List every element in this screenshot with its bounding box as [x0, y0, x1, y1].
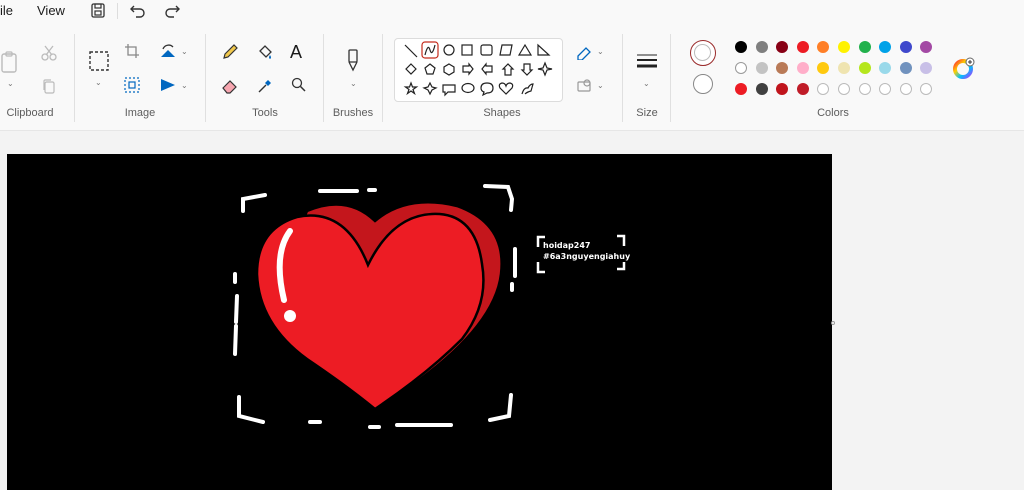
drawing-canvas[interactable]: hoidap247 #6a3nguyengiahuy [7, 154, 832, 490]
group-label-colors: Colors [817, 107, 849, 119]
shape-fill-icon[interactable] [576, 78, 594, 99]
color-swatch[interactable] [796, 41, 809, 53]
pencil-icon[interactable] [221, 43, 239, 66]
shape-fill-chevron-icon[interactable]: ⌄ [597, 81, 604, 90]
color1-swatch [694, 44, 711, 61]
color-swatch[interactable] [920, 41, 933, 53]
watermark-line-2: #6a3nguyengiahuy [543, 252, 631, 261]
color-swatch[interactable] [755, 41, 768, 53]
menu-bar: ile View [0, 0, 1024, 26]
crop-icon[interactable] [124, 43, 140, 64]
color-swatch[interactable] [899, 62, 912, 74]
resize-icon[interactable] [124, 77, 140, 98]
ribbon-separator [382, 34, 383, 122]
color-swatch[interactable] [735, 83, 747, 95]
empty-color-swatch[interactable] [817, 83, 830, 95]
color-swatch[interactable] [776, 83, 789, 95]
canvas-resize-handle[interactable] [831, 321, 835, 325]
cut-icon[interactable] [40, 44, 58, 67]
color-swatch[interactable] [879, 62, 892, 74]
save-icon[interactable] [88, 2, 108, 20]
group-label-brushes: Brushes [332, 107, 374, 119]
color-swatch[interactable] [817, 41, 830, 53]
color-swatch[interactable] [796, 62, 809, 74]
text-icon[interactable]: A [290, 42, 302, 63]
line-shape-icon [404, 44, 418, 58]
color-swatch[interactable] [858, 41, 871, 53]
color2-selector[interactable] [693, 74, 713, 94]
color-swatch[interactable] [899, 41, 912, 53]
watermark-line-1: hoidap247 [543, 241, 591, 250]
empty-color-swatch[interactable] [858, 83, 871, 95]
undo-icon[interactable] [128, 2, 148, 20]
ribbon-separator [205, 34, 206, 122]
heart-shine-dot [284, 310, 296, 322]
color-swatch[interactable] [838, 41, 850, 53]
group-label-image: Image [124, 107, 156, 119]
outline-chevron-icon[interactable]: ⌄ [597, 47, 604, 56]
ribbon-separator [74, 34, 75, 122]
color-swatch[interactable] [755, 83, 768, 95]
magnifier-icon[interactable] [291, 77, 307, 98]
file-menu[interactable]: ile [0, 3, 13, 18]
workspace: hoidap247 #6a3nguyengiahuy [0, 131, 1024, 490]
empty-color-swatch[interactable] [879, 83, 892, 95]
ribbon-toolbar: ⌄ Clipboard ⌄ ⌄ ⌄ Image A Tools ⌄ Brushe… [0, 26, 1024, 131]
shapes-gallery [394, 38, 563, 102]
color-swatch[interactable] [920, 62, 933, 74]
flip-chevron-icon[interactable]: ⌄ [181, 81, 188, 90]
color-swatch[interactable] [755, 62, 768, 74]
empty-color-swatch[interactable] [899, 83, 912, 95]
fill-icon[interactable] [256, 43, 274, 66]
flip-icon[interactable] [159, 77, 177, 98]
color-swatch[interactable] [817, 62, 830, 74]
color-swatch[interactable] [879, 41, 892, 53]
group-label-size: Size [636, 107, 658, 119]
size-chevron-icon[interactable]: ⌄ [643, 79, 650, 88]
select-chevron-icon[interactable]: ⌄ [95, 78, 102, 87]
color-picker-icon[interactable] [256, 77, 274, 100]
color1-selector[interactable] [690, 40, 716, 66]
rotate-chevron-icon[interactable]: ⌄ [181, 47, 188, 56]
edit-colors-icon[interactable] [953, 57, 975, 84]
brush-icon[interactable] [344, 48, 362, 79]
outline-icon[interactable] [576, 44, 594, 65]
watermark-text: hoidap247 #6a3nguyengiahuy [543, 240, 630, 262]
empty-color-swatch[interactable] [920, 83, 933, 95]
ribbon-separator [670, 34, 671, 122]
group-label-tools: Tools [252, 107, 278, 119]
color-swatch[interactable] [735, 62, 747, 74]
view-menu[interactable]: View [37, 3, 65, 18]
size-icon[interactable] [636, 53, 658, 74]
ribbon-separator [622, 34, 623, 122]
copy-icon[interactable] [41, 78, 57, 99]
color-swatch[interactable] [735, 41, 747, 53]
redo-icon[interactable] [162, 2, 182, 20]
color-swatch[interactable] [776, 41, 789, 53]
rotate-icon[interactable] [159, 43, 177, 64]
color-swatch[interactable] [796, 83, 809, 95]
paste-button[interactable] [0, 50, 20, 81]
eraser-icon[interactable] [221, 77, 239, 100]
menu-divider [117, 3, 118, 19]
group-label-clipboard: Clipboard [6, 107, 54, 119]
select-icon[interactable] [88, 50, 110, 77]
color-swatch[interactable] [838, 62, 850, 74]
group-label-shapes: Shapes [483, 107, 521, 119]
paste-chevron-icon[interactable]: ⌄ [7, 79, 14, 88]
color-swatch[interactable] [776, 62, 789, 74]
color-swatch[interactable] [858, 62, 871, 74]
brushes-chevron-icon[interactable]: ⌄ [350, 79, 357, 88]
empty-color-swatch[interactable] [838, 83, 850, 95]
